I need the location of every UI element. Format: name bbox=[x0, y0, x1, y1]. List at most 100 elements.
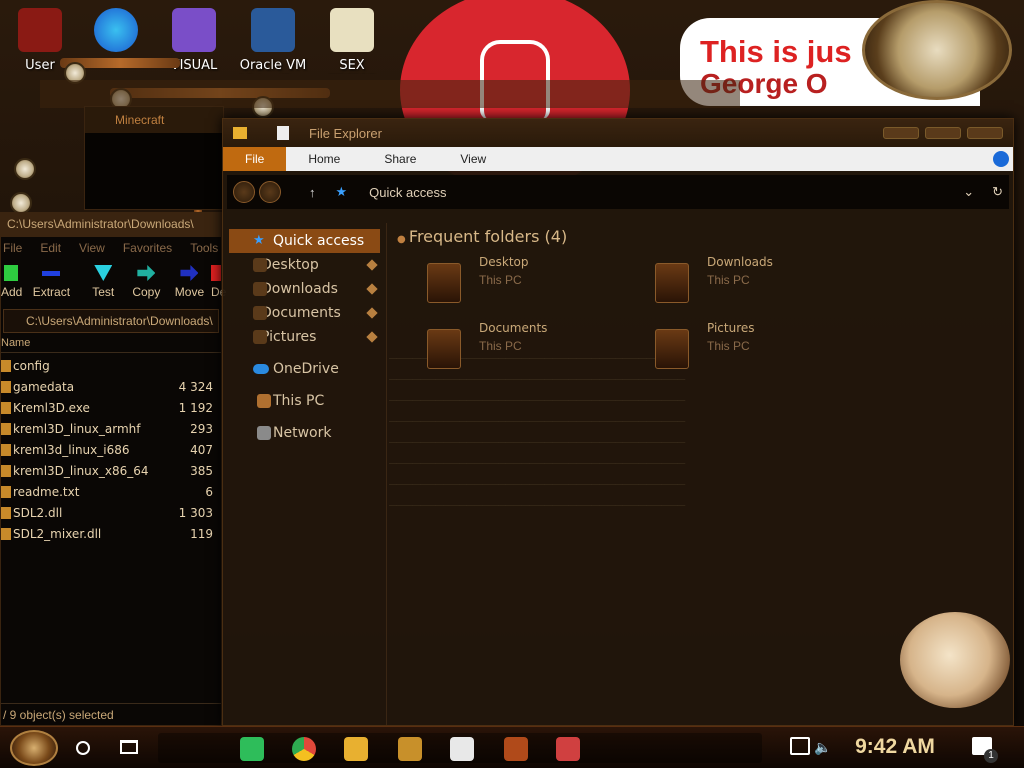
file-row[interactable]: config bbox=[1, 355, 221, 376]
file-explorer-window[interactable]: File Explorer File Home Share View ↑ ★ Q… bbox=[222, 118, 1014, 726]
7zip-path-field[interactable]: C:\Users\Administrator\Downloads\ bbox=[3, 309, 219, 333]
folder-path: This PC bbox=[479, 339, 522, 353]
file-name: kreml3D_linux_x86_64 bbox=[13, 463, 149, 478]
maximize-button[interactable] bbox=[925, 127, 961, 139]
start-button[interactable] bbox=[10, 730, 58, 766]
menu-tools[interactable]: Tools bbox=[190, 241, 218, 255]
file-row[interactable]: kreml3D_linux_armhf 293 bbox=[1, 418, 221, 439]
menu-file[interactable]: File bbox=[3, 241, 22, 255]
folder-tile-pictures[interactable]: Pictures This PC bbox=[617, 321, 817, 381]
ghost-row: ────────────────────────────────────── bbox=[389, 458, 686, 470]
folder-icon bbox=[1, 380, 11, 393]
chevron-down-icon[interactable]: ⌄ bbox=[963, 184, 974, 200]
file-icon bbox=[1, 485, 11, 498]
folder-tile-desktop[interactable]: Desktop This PC bbox=[389, 255, 589, 315]
desktop-icon-virtualbox[interactable]: Oracle VM VirtualBox bbox=[238, 8, 308, 74]
pictures-folder-icon bbox=[253, 330, 267, 344]
ghost-row: ────────────────────────────────────── bbox=[389, 395, 686, 407]
sheets-icon[interactable] bbox=[240, 737, 264, 761]
address-text[interactable]: Quick access bbox=[369, 185, 963, 200]
nav-this-pc[interactable]: This PC bbox=[223, 389, 386, 413]
7zip-window[interactable]: C:\Users\Administrator\Downloads\ File E… bbox=[0, 212, 227, 726]
delete-label: De bbox=[211, 285, 227, 299]
file-name: Kreml3D.exe bbox=[13, 400, 90, 415]
extract-button[interactable]: Extract bbox=[21, 263, 82, 303]
plus-icon bbox=[4, 265, 18, 281]
explorer-icon[interactable] bbox=[344, 737, 368, 761]
volume-muted-icon[interactable]: 🔈 bbox=[814, 739, 831, 756]
tab-file[interactable]: File bbox=[223, 147, 287, 171]
desktop-icon-edge[interactable] bbox=[84, 8, 148, 58]
file-row[interactable]: SDL2_mixer.dll 119 bbox=[1, 523, 221, 544]
add-button[interactable]: Add bbox=[1, 263, 22, 303]
copy-button[interactable]: Copy bbox=[125, 263, 168, 303]
search-circle-icon[interactable] bbox=[76, 741, 90, 755]
menu-view[interactable]: View bbox=[79, 241, 105, 255]
help-icon[interactable] bbox=[993, 151, 1009, 167]
nav-label: Quick access bbox=[273, 233, 365, 249]
taskbar-clock[interactable]: 9:42 AM bbox=[840, 735, 950, 759]
network-tray-icon[interactable] bbox=[790, 737, 810, 755]
nav-downloads[interactable]: Downloads bbox=[223, 277, 386, 301]
tab-share[interactable]: Share bbox=[362, 147, 438, 171]
folder-path: This PC bbox=[707, 273, 750, 287]
7zip-icon[interactable] bbox=[450, 737, 474, 761]
folder-icon bbox=[1, 359, 11, 372]
file-row[interactable]: Kreml3D.exe 1 192 bbox=[1, 397, 221, 418]
folder-tile-downloads[interactable]: Downloads This PC bbox=[617, 255, 817, 315]
file-row[interactable]: gamedata 4 324 bbox=[1, 376, 221, 397]
close-button[interactable] bbox=[967, 127, 1003, 139]
column-name[interactable]: Name bbox=[1, 337, 30, 350]
nav-documents[interactable]: Documents bbox=[223, 301, 386, 325]
pictures-folder-icon bbox=[655, 329, 689, 369]
desktop-icon-hex-editor[interactable]: SEX EDITOR bbox=[320, 8, 384, 74]
file-row[interactable]: kreml3D_linux_x86_64 385 bbox=[1, 460, 221, 481]
notification-count: 1 bbox=[984, 749, 998, 763]
back-button[interactable] bbox=[233, 181, 255, 203]
extract-label: Extract bbox=[32, 285, 71, 299]
nav-onedrive[interactable]: OneDrive bbox=[223, 357, 386, 381]
delete-button[interactable]: De bbox=[211, 263, 227, 303]
explorer-ribbon: File Home Share View bbox=[223, 147, 1013, 171]
tab-home[interactable]: Home bbox=[286, 147, 362, 171]
explorer-title-bar: File Explorer bbox=[223, 119, 1013, 147]
cloud-icon bbox=[253, 364, 269, 374]
menu-favorites[interactable]: Favorites bbox=[123, 241, 172, 255]
file-icon bbox=[1, 443, 11, 456]
file-row[interactable]: readme.txt 6 bbox=[1, 481, 221, 502]
7zip-column-header: Name bbox=[1, 335, 221, 353]
test-button[interactable]: Test bbox=[82, 263, 125, 303]
refresh-icon[interactable]: ↻ bbox=[992, 184, 1003, 200]
move-button[interactable]: Move bbox=[168, 263, 211, 303]
desktop: This is jus George O User VISUAL Oracle … bbox=[0, 0, 1024, 768]
game-icon[interactable] bbox=[398, 737, 422, 761]
7zip-toolbar: Add Extract Test Copy Move De bbox=[1, 259, 227, 307]
explorer-navigation-pane: ★ Quick access Desktop Downloads Document… bbox=[223, 223, 387, 725]
nav-quick-access[interactable]: ★ Quick access bbox=[229, 229, 380, 253]
documents-folder-icon bbox=[427, 329, 461, 369]
7zip-title: C:\Users\Administrator\Downloads\ bbox=[1, 213, 221, 237]
folder-name: Desktop bbox=[479, 255, 529, 269]
nav-network[interactable]: Network bbox=[223, 421, 386, 445]
minimize-button[interactable] bbox=[883, 127, 919, 139]
chrome-icon[interactable] bbox=[292, 737, 316, 761]
move-label: Move bbox=[174, 285, 205, 299]
task-view-icon[interactable] bbox=[120, 740, 138, 754]
steampunk-clock-icon bbox=[862, 0, 1012, 100]
minecraft-window[interactable]: Minecraft bbox=[84, 106, 224, 210]
file-row[interactable]: kreml3d_linux_i686 407 bbox=[1, 439, 221, 460]
folder-text: Documents This PC bbox=[479, 321, 547, 381]
up-arrow-icon[interactable]: ↑ bbox=[309, 185, 316, 200]
virtualbox-icon[interactable] bbox=[556, 737, 580, 761]
forward-button[interactable] bbox=[259, 181, 281, 203]
frequent-folders-heading[interactable]: ● Frequent folders (4) bbox=[389, 223, 1013, 253]
tab-view[interactable]: View bbox=[438, 147, 508, 171]
nav-pictures[interactable]: Pictures bbox=[223, 325, 386, 349]
app-icon[interactable] bbox=[504, 737, 528, 761]
file-row[interactable]: SDL2.dll 1 303 bbox=[1, 502, 221, 523]
folder-tile-documents[interactable]: Documents This PC bbox=[389, 321, 589, 381]
nav-desktop[interactable]: Desktop bbox=[223, 253, 386, 277]
menu-edit[interactable]: Edit bbox=[40, 241, 61, 255]
